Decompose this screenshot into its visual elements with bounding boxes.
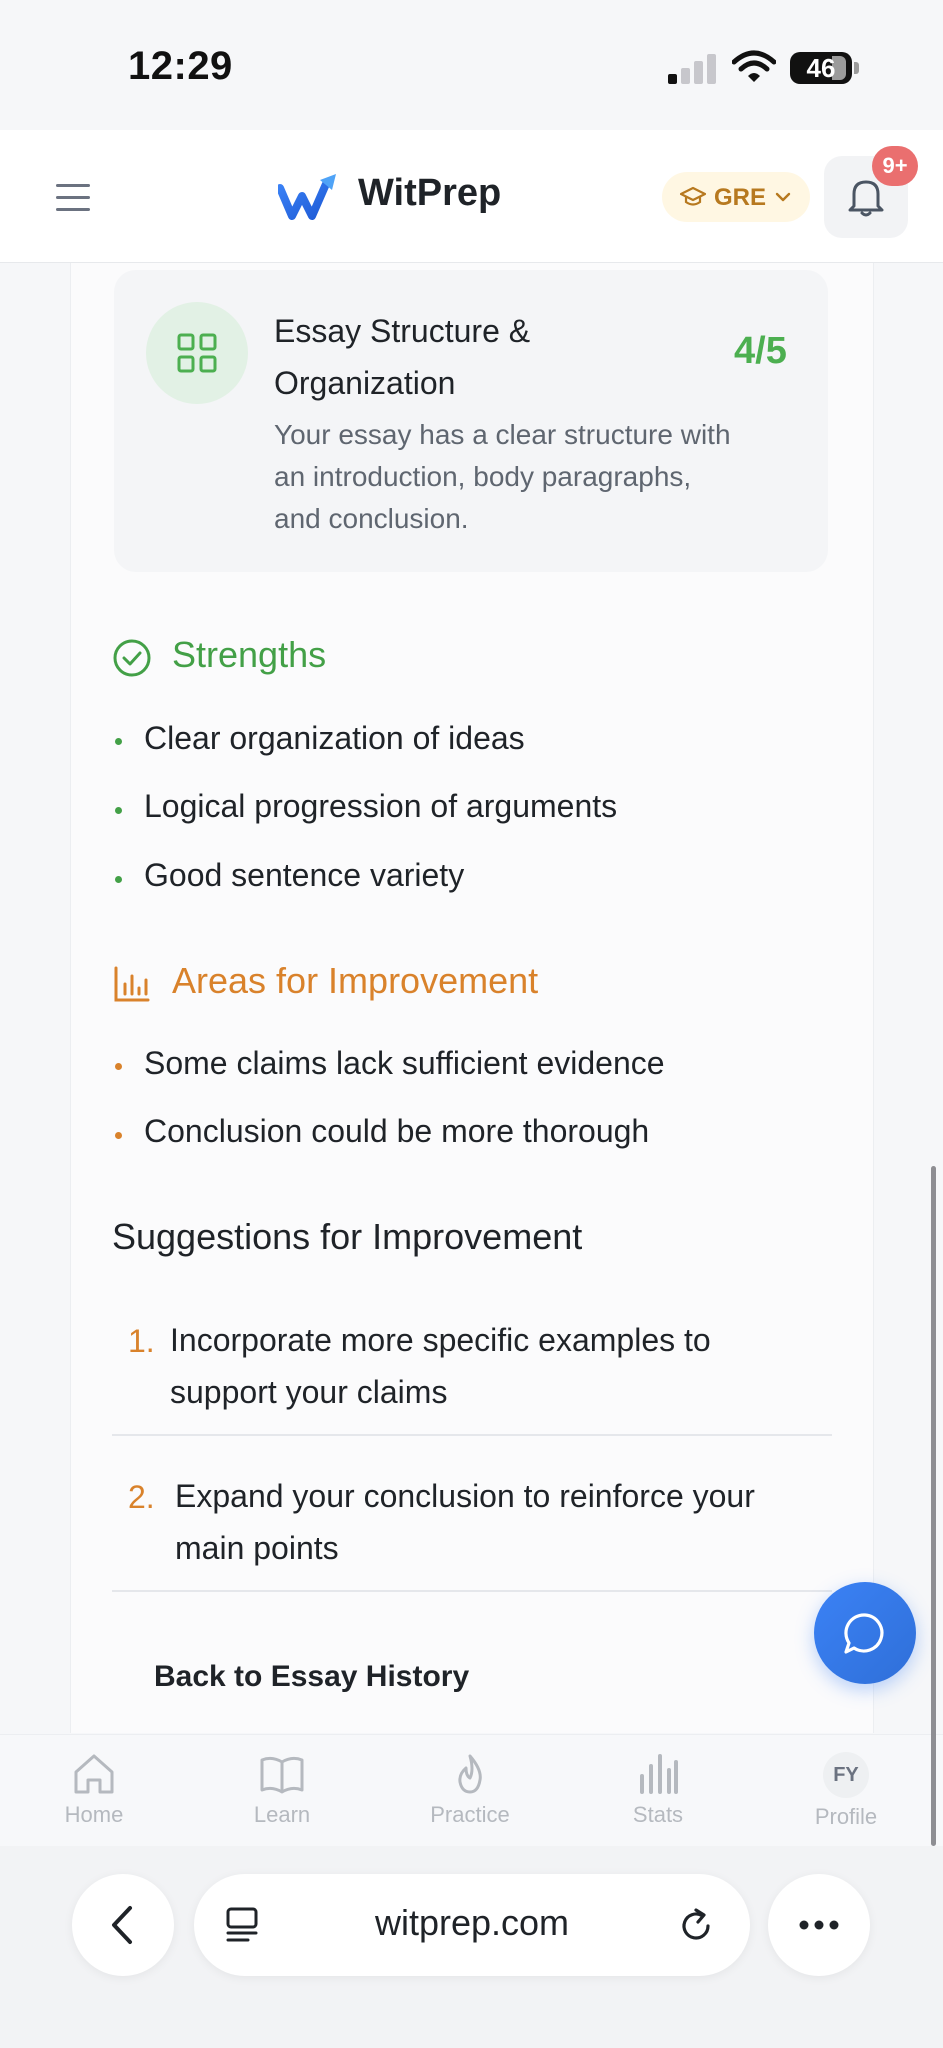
status-time: 12:29	[128, 44, 233, 88]
suggestion-item: Expand your conclusion to reinforce your…	[175, 1478, 755, 1566]
criteria-icon-circle	[146, 302, 248, 404]
more-dots-icon	[799, 1920, 839, 1930]
reload-icon[interactable]	[676, 1906, 716, 1946]
strengths-heading: Strengths	[172, 634, 327, 675]
nav-stats[interactable]: Stats	[598, 1752, 718, 1828]
exam-selector-label: GRE	[714, 184, 767, 211]
url-text: witprep.com	[374, 1902, 570, 1943]
home-icon	[74, 1754, 114, 1794]
strength-item: Clear organization of ideas	[144, 720, 525, 756]
nav-home-label: Home	[64, 1802, 124, 1827]
witprep-logo-icon[interactable]	[276, 172, 340, 222]
browser-back-button[interactable]	[72, 1874, 174, 1976]
nav-learn-label: Learn	[253, 1802, 311, 1827]
chat-bubble-icon	[844, 1613, 884, 1654]
exam-selector-dropdown[interactable]: GRE	[662, 172, 810, 222]
bullet-dot	[115, 807, 122, 814]
area-item: Some claims lack sufficient evidence	[144, 1045, 665, 1081]
address-bar[interactable]: witprep.com	[194, 1874, 750, 1976]
menu-icon[interactable]	[56, 184, 90, 212]
divider	[112, 1590, 832, 1592]
suggestion-item: Incorporate more specific examples to su…	[170, 1322, 711, 1410]
back-to-essay-history-link[interactable]: Back to Essay History	[154, 1660, 469, 1694]
battery-level: 46	[806, 53, 836, 83]
criteria-title: Essay Structure & Organization	[274, 313, 531, 401]
suggestion-number: 2.	[128, 1479, 155, 1515]
nav-profile-label: Profile	[814, 1804, 878, 1829]
area-item: Conclusion could be more thorough	[144, 1113, 650, 1149]
browser-more-button[interactable]	[768, 1874, 870, 1976]
suggestion-number: 1.	[128, 1323, 155, 1359]
battery-cap	[854, 62, 859, 74]
criteria-score: 4/5	[734, 330, 787, 372]
cellular-signal-icon	[668, 54, 716, 84]
book-icon	[260, 1756, 304, 1794]
bullet-dot	[115, 1063, 122, 1070]
chevron-left-icon	[112, 1906, 132, 1944]
bullet-dot	[115, 1132, 122, 1139]
chat-button[interactable]	[814, 1582, 916, 1684]
flame-icon	[458, 1754, 482, 1794]
criteria-description: Your essay has a clear structure with an…	[274, 419, 731, 534]
wifi-icon	[731, 50, 777, 84]
bullet-dot	[115, 876, 122, 883]
bullet-dot	[115, 738, 122, 745]
divider	[112, 1434, 832, 1436]
grid-icon	[177, 333, 217, 373]
nav-practice[interactable]: Practice	[410, 1752, 530, 1828]
chevron-down-icon	[775, 192, 791, 202]
strength-item: Good sentence variety	[144, 857, 465, 893]
nav-learn[interactable]: Learn	[222, 1752, 342, 1828]
bar-chart-icon	[640, 1754, 678, 1794]
areas-heading: Areas for Improvement	[172, 960, 539, 1001]
avatar: FY	[823, 1752, 869, 1798]
graduation-cap-icon	[680, 186, 706, 206]
notification-badge: 9+	[872, 146, 918, 186]
nav-profile[interactable]: FY Profile	[786, 1752, 906, 1830]
battery-icon: 46	[790, 52, 852, 84]
bar-chart-icon	[114, 966, 150, 1002]
check-circle-icon	[113, 639, 151, 677]
scrollbar[interactable]	[931, 1166, 936, 1846]
nav-home[interactable]: Home	[34, 1752, 154, 1828]
nav-practice-label: Practice	[430, 1802, 510, 1827]
strength-item: Logical progression of arguments	[144, 788, 618, 824]
nav-stats-label: Stats	[632, 1802, 684, 1827]
brand-name[interactable]: WitPrep	[358, 172, 501, 215]
suggestions-heading: Suggestions for Improvement	[112, 1216, 583, 1257]
